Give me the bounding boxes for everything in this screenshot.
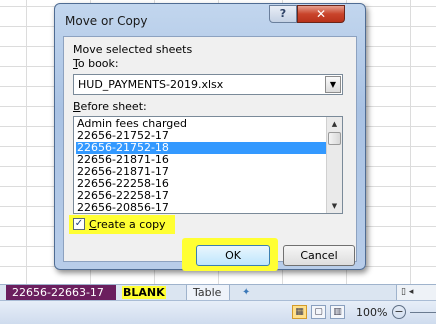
create-copy-label: Create a copy [89,218,166,231]
move-selected-label: Move selected sheets [73,43,193,56]
close-button[interactable]: ✕ [297,5,345,23]
before-sheet-label-text: efore sheet: [80,100,147,113]
tab-scroll-buttons[interactable]: ▯ ◂ [396,285,436,301]
dialog-body: Move selected sheets To book: HUD_PAYMEN… [63,36,357,271]
page-layout-view-icon[interactable]: ▢ [311,305,326,319]
sheet-tab-blank-label: BLANK [122,286,166,299]
to-book-value: HUD_PAYMENTS-2019.xlsx [78,78,224,91]
create-copy-option[interactable]: ✓ Create a copy [69,215,175,234]
zoom-out-icon[interactable]: − [392,305,406,319]
sheet-tab-bar: 22656-22663-17 BLANK Table ✦ ▯ ◂ [0,284,436,301]
create-copy-accelerator: C [89,218,97,231]
page-break-view-icon[interactable]: ▥ [330,305,345,319]
scroll-up-icon[interactable]: ▲ [327,117,342,131]
before-sheet-list[interactable]: Admin fees charged 22656-21752-17 22656-… [73,116,343,214]
sheet-tab-blank[interactable]: BLANK [116,285,180,301]
chevron-down-icon[interactable]: ▼ [325,76,341,93]
before-sheet-label: Before sheet: [73,100,147,113]
sheet-tab-table[interactable]: Table [186,285,230,301]
zoom-level[interactable]: 100% [356,306,387,319]
sheet-tab-22656-22663-17[interactable]: 22656-22663-17 [6,285,116,301]
insert-sheet-icon[interactable]: ✦ [236,285,270,301]
cancel-button[interactable]: Cancel [283,245,355,266]
dialog-title: Move or Copy [65,14,148,28]
to-book-select[interactable]: HUD_PAYMENTS-2019.xlsx ▼ [73,74,343,95]
normal-view-icon[interactable]: ▦ [292,305,307,319]
scroll-down-icon[interactable]: ▼ [327,199,342,213]
scroll-thumb[interactable] [328,132,341,145]
to-book-label: To book: [73,57,119,70]
to-book-label-text: o book: [77,57,119,70]
list-item[interactable]: 22656-20856-17 [76,202,328,214]
zoom-slider[interactable] [410,312,436,313]
status-bar: ▦ ▢ ▥ 100% − [0,300,436,324]
ok-button[interactable]: OK [196,245,270,266]
before-sheet-accelerator: B [73,100,81,113]
help-button[interactable]: ? [269,5,297,23]
create-copy-label-text: reate a copy [96,218,166,231]
create-copy-checkbox[interactable]: ✓ [73,218,85,230]
list-scrollbar[interactable]: ▲ ▼ [326,117,342,213]
move-or-copy-dialog: Move or Copy ? ✕ Move selected sheets To… [54,3,366,271]
